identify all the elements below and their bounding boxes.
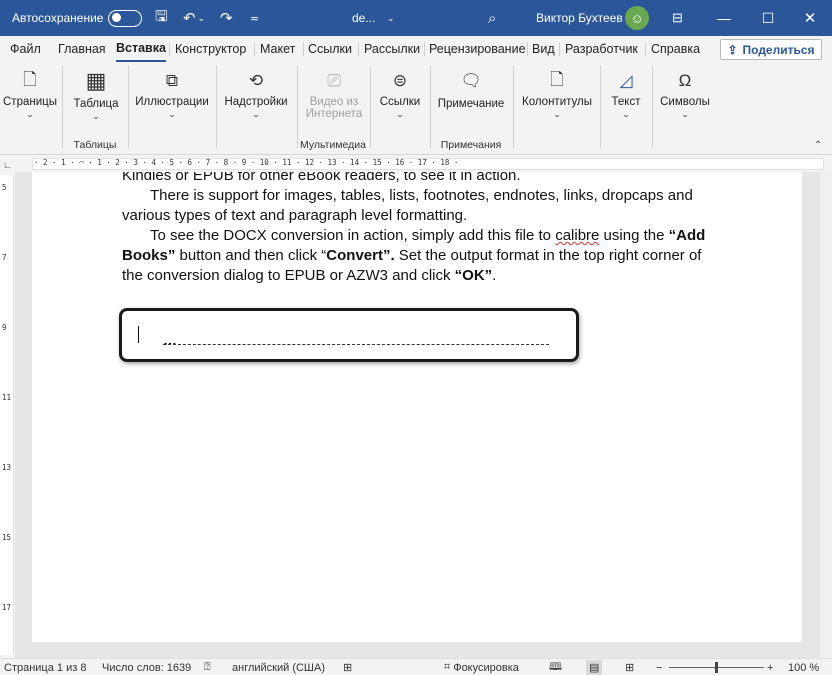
vertical-ruler[interactable]: 5 7 9 11 13 15 17 — [0, 175, 14, 655]
page-count[interactable]: Страница 1 из 8 — [4, 660, 86, 675]
user-name[interactable]: Виктор Бухтеев — [536, 0, 623, 36]
group-label-media: Мультимедиа — [300, 139, 366, 151]
document-page[interactable]: Kindles or EPUB for other eBook readers,… — [32, 172, 802, 642]
document-name[interactable]: de... — [352, 0, 375, 36]
group-label-tables: Таблицы — [73, 139, 117, 151]
zoom-slider-thumb[interactable] — [715, 662, 718, 673]
redo-icon[interactable]: ↷ — [220, 0, 233, 36]
omega-icon: Ω — [678, 71, 692, 90]
accessibility-icon[interactable]: ⊞ — [343, 660, 352, 675]
tab-view[interactable]: Вид — [532, 36, 555, 62]
link-icon: ⊜ — [392, 71, 408, 90]
header-footer-button[interactable]: 🗋 Колонтитулы ⌄ — [518, 66, 596, 120]
zoom-in-button[interactable]: + — [767, 660, 773, 675]
dotted-leader-line — [163, 343, 549, 345]
tab-file[interactable]: Файл — [10, 36, 41, 62]
undo-icon[interactable]: ↶ ⌄ — [183, 0, 205, 36]
pages-button[interactable]: 🗋 Страницы ⌄ — [2, 66, 58, 120]
print-layout-icon[interactable]: ▤ — [586, 660, 603, 675]
minimize-icon[interactable]: — — [702, 0, 746, 36]
chevron-down-icon: ⌄ — [26, 109, 34, 119]
text-cursor — [138, 326, 139, 343]
tab-mailings[interactable]: Рассылки — [364, 36, 420, 62]
focus-icon: ⌗ — [444, 661, 451, 673]
title-bar: Автосохранение 🖫 ↶ ⌄ ↷ ≂ de... ⌄ ⌕ Виктор… — [0, 0, 832, 36]
share-button[interactable]: ⇪ Поделиться — [720, 39, 822, 60]
chevron-down-icon: ⌄ — [553, 109, 561, 119]
document-canvas: Kindles or EPUB for other eBook readers,… — [15, 172, 832, 658]
comment-icon: 🗨 — [460, 71, 482, 90]
chevron-down-icon: ⌄ — [92, 111, 100, 121]
ruler-ticks: · 2 · 1 · ⌒ · 1 · 2 · 3 · 4 · 5 · 6 · 7 … — [34, 158, 459, 167]
addins-icon: ⟲ — [248, 71, 264, 90]
page-icon: 🗋 — [23, 69, 37, 89]
tab-selector-icon[interactable]: ∟ — [3, 160, 12, 170]
focus-mode-button[interactable]: ⌗ Фокусировка — [444, 660, 519, 675]
group-label-comments: Примечания — [440, 139, 502, 151]
read-mode-icon[interactable]: 🕮 — [549, 660, 562, 675]
tab-design[interactable]: Конструктор — [175, 36, 246, 62]
tab-review[interactable]: Рецензирование — [429, 36, 525, 62]
search-icon[interactable]: ⌕ — [488, 0, 496, 36]
tab-references[interactable]: Ссылки — [308, 36, 352, 62]
illustrations-button[interactable]: ⧉ Иллюстрации ⌄ — [132, 66, 212, 120]
chevron-down-icon: ⌄ — [252, 109, 260, 119]
tab-layout[interactable]: Макет — [260, 36, 295, 62]
text-box-icon: ◿ — [619, 71, 633, 90]
word-count[interactable]: Число слов: 1639 — [102, 660, 191, 675]
addins-button[interactable]: ⟲ Надстройки ⌄ — [220, 66, 292, 120]
ribbon-display-icon[interactable]: ⊟ — [672, 0, 683, 36]
chevron-down-icon: ⌄ — [168, 109, 176, 119]
ribbon: 🗋 Страницы ⌄ ▦ Таблица ⌄ Таблицы ⧉ Иллюс… — [0, 62, 832, 155]
chevron-down-icon: ⌄ — [396, 109, 404, 119]
online-video-button[interactable]: ⎚ Видео из Интернета — [300, 66, 368, 120]
language[interactable]: английский (США) — [232, 660, 325, 675]
doc-menu-chevron-icon[interactable]: ⌄ — [387, 0, 395, 36]
avatar[interactable]: ☺ — [625, 0, 649, 36]
customize-icon[interactable]: ≂ — [250, 0, 259, 36]
tab-developer[interactable]: Разработчик — [565, 36, 638, 62]
vertical-scrollbar[interactable] — [820, 172, 832, 658]
links-button[interactable]: ⊜ Ссылки ⌄ — [374, 66, 426, 120]
table-button[interactable]: ▦ Таблица ⌄ — [68, 66, 124, 122]
illustrations-icon: ⧉ — [165, 71, 179, 90]
horizontal-ruler[interactable]: · 2 · 1 · ⌒ · 1 · 2 · 3 · 4 · 5 · 6 · 7 … — [20, 157, 828, 171]
symbols-button[interactable]: Ω Символы ⌄ — [656, 66, 714, 120]
table-icon: ▦ — [85, 68, 107, 93]
autosave-label: Автосохранение — [12, 11, 104, 25]
chevron-down-icon: ⌄ — [622, 109, 630, 119]
zoom-level[interactable]: 100 % — [788, 660, 819, 675]
ribbon-tabs: Файл Главная Вставка Конструктор Макет С… — [0, 36, 832, 62]
tab-help[interactable]: Справка — [651, 36, 700, 62]
chevron-down-icon: ⌄ — [681, 109, 689, 119]
autosave-toggle[interactable] — [108, 0, 142, 36]
paragraph-conversion[interactable]: To see the DOCX conversion in action, si… — [122, 226, 722, 286]
comment-button[interactable]: 🗨 Примечание — [434, 66, 508, 110]
status-bar: Страница 1 из 8 Число слов: 1639 ⍰ англи… — [0, 658, 832, 675]
tab-home[interactable]: Главная — [58, 36, 106, 62]
zoom-out-button[interactable]: − — [656, 660, 662, 675]
close-icon[interactable]: ✕ — [788, 0, 832, 36]
web-layout-icon[interactable]: ⊞ — [625, 660, 634, 675]
paragraph-support[interactable]: There is support for images, tables, lis… — [122, 186, 722, 226]
video-icon: ⎚ — [327, 71, 341, 90]
proofing-icon[interactable]: ⍰ — [204, 660, 211, 675]
text-button[interactable]: ◿ Текст ⌄ — [604, 66, 648, 120]
share-icon: ⇪ — [727, 42, 738, 57]
highlight-frame — [119, 308, 579, 362]
paragraph-line-top: Kindles or EPUB for other eBook readers,… — [122, 172, 521, 184]
tab-insert[interactable]: Вставка — [116, 36, 166, 62]
leader-dots: … — [163, 332, 178, 348]
maximize-icon[interactable]: ☐ — [746, 0, 790, 36]
save-icon[interactable]: 🖫 — [155, 0, 168, 36]
header-footer-icon: 🗋 — [550, 69, 564, 89]
collapse-ribbon-icon[interactable]: ⌃ — [814, 140, 822, 151]
